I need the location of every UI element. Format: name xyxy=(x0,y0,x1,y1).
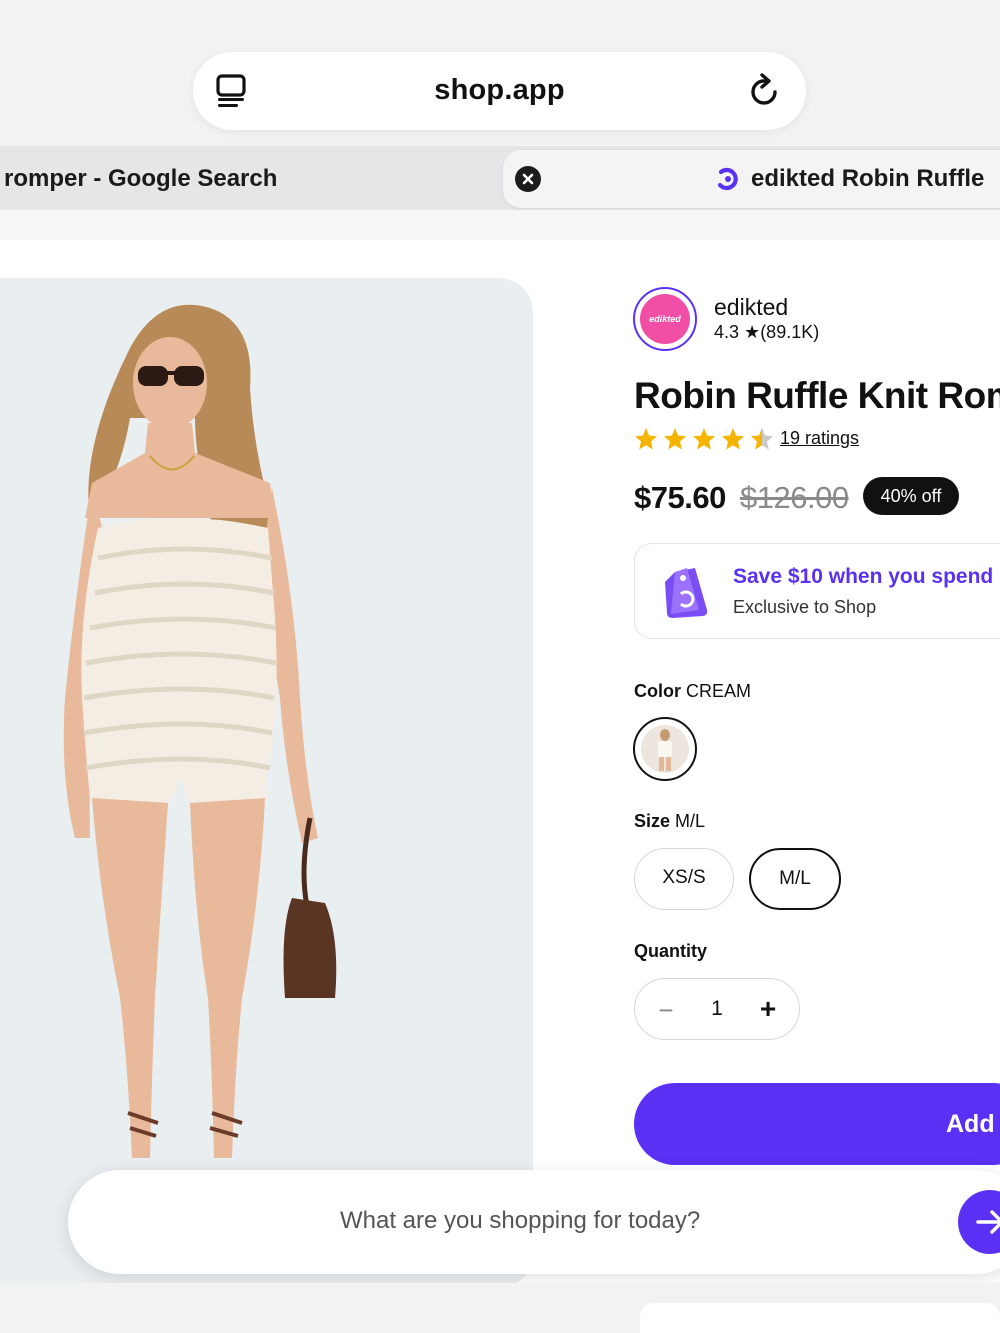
product-image[interactable] xyxy=(0,278,533,1283)
offer-subtitle: Exclusive to Shop xyxy=(733,597,877,617)
selected-color: CREAM xyxy=(686,681,752,701)
sale-price: $75.60 xyxy=(634,480,726,515)
tab-edikted-product[interactable]: edikted Robin Ruffle xyxy=(503,150,1000,208)
shop-offer-card[interactable]: Save $10 when you spend Exclusive to Sho… xyxy=(634,543,1000,639)
product-title: Robin Ruffle Knit Rom xyxy=(634,375,1000,416)
star-icon xyxy=(635,428,657,450)
shop-search-bar[interactable]: What are you shopping for today? xyxy=(68,1170,1000,1274)
next-card-edge xyxy=(640,1303,1000,1333)
search-placeholder[interactable]: What are you shopping for today? xyxy=(340,1207,700,1235)
address-bar[interactable]: shop.app xyxy=(193,52,806,130)
compare-at-price: $126.00 xyxy=(740,480,849,515)
swatch-thumbnail xyxy=(641,725,689,773)
search-submit-button[interactable] xyxy=(958,1190,1000,1254)
shop-favicon-icon xyxy=(717,167,738,191)
url-text[interactable]: shop.app xyxy=(193,74,806,107)
offer-title: Save $10 when you spend xyxy=(733,565,994,588)
arrow-right-icon xyxy=(976,1210,1000,1234)
star-icon: ★ xyxy=(744,322,761,342)
tab-google-search[interactable]: romper - Google Search xyxy=(0,146,505,210)
size-label-text: Size xyxy=(634,811,671,831)
store-rating-value: 4.3 xyxy=(714,322,740,342)
tab-label: edikted Robin Ruffle xyxy=(751,165,985,192)
model-illustration xyxy=(63,304,337,1158)
reload-icon[interactable] xyxy=(748,72,782,110)
shop-tag-icon xyxy=(665,568,708,618)
store-logo[interactable]: edikted xyxy=(633,287,697,351)
size-option-m-l[interactable]: M/L xyxy=(749,848,841,910)
product-page: edikted edikted 4.3 ★(89.1K) Robin Ruffl… xyxy=(0,240,1000,1283)
store-rating: 4.3 ★(89.1K) xyxy=(714,322,819,343)
color-label-text: Color xyxy=(634,681,681,701)
toolbar-divider xyxy=(0,210,1000,240)
page-bottom-area xyxy=(0,1283,1000,1333)
close-tab-icon[interactable] xyxy=(515,166,541,192)
half-star-icon xyxy=(751,428,773,450)
size-label: Size M/L xyxy=(634,811,705,832)
store-logo-text: edikted xyxy=(640,294,690,344)
tab-strip: romper - Google Search edikted Robin Ruf… xyxy=(0,146,1000,210)
ratings-link[interactable]: 19 ratings xyxy=(780,428,859,449)
increase-quantity-button[interactable]: + xyxy=(757,993,779,1025)
color-swatch-cream[interactable] xyxy=(633,717,697,781)
star-rating xyxy=(635,428,773,450)
store-name[interactable]: edikted xyxy=(714,294,788,321)
tab-label: romper - Google Search xyxy=(4,165,278,192)
store-rating-count: (89.1K) xyxy=(760,322,820,342)
quantity-stepper: − 1 + xyxy=(634,978,800,1040)
add-to-cart-button[interactable]: Add xyxy=(634,1083,1000,1165)
star-icon xyxy=(693,428,715,450)
selected-size: M/L xyxy=(675,811,706,831)
size-option-xs-s[interactable]: XS/S xyxy=(634,848,734,910)
color-label: Color CREAM xyxy=(634,681,751,702)
quantity-label: Quantity xyxy=(634,941,708,961)
star-icon xyxy=(722,428,744,450)
add-button-label: Add xyxy=(946,1110,995,1138)
star-icon xyxy=(664,428,686,450)
discount-badge: 40% off xyxy=(863,477,959,515)
